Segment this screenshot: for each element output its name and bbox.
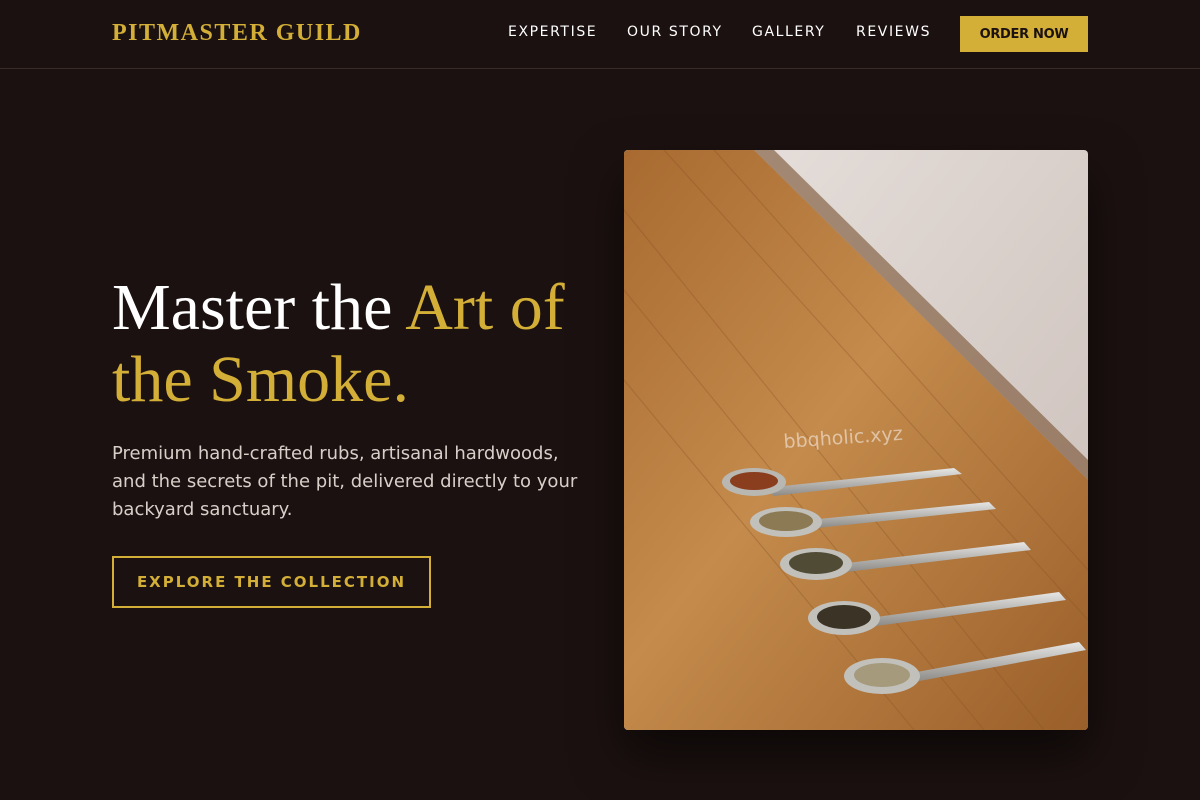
brand-logo[interactable]: PITMASTER GUILD — [112, 20, 362, 47]
explore-collection-button[interactable]: EXPLORE THE COLLECTION — [112, 556, 431, 608]
headline-white-text: Master the — [112, 271, 406, 344]
hero-headline: Master the Art of the Smoke. — [112, 272, 592, 416]
nav-link-expertise[interactable]: EXPERTISE — [508, 24, 597, 40]
order-now-button[interactable]: ORDER NOW — [960, 16, 1088, 52]
top-navigation-bar: PITMASTER GUILD EXPERTISE OUR STORY GALL… — [0, 0, 1200, 69]
nav-link-gallery[interactable]: GALLERY — [752, 24, 825, 40]
spice-spoons-photo: bbqholic.xyz — [624, 150, 1088, 730]
nav-link-reviews[interactable]: REVIEWS — [856, 24, 931, 40]
nav-link-our-story[interactable]: OUR STORY — [627, 24, 723, 40]
hero-subtext: Premium hand-crafted rubs, artisanal har… — [112, 443, 578, 520]
hero-image: bbqholic.xyz — [624, 150, 1088, 730]
